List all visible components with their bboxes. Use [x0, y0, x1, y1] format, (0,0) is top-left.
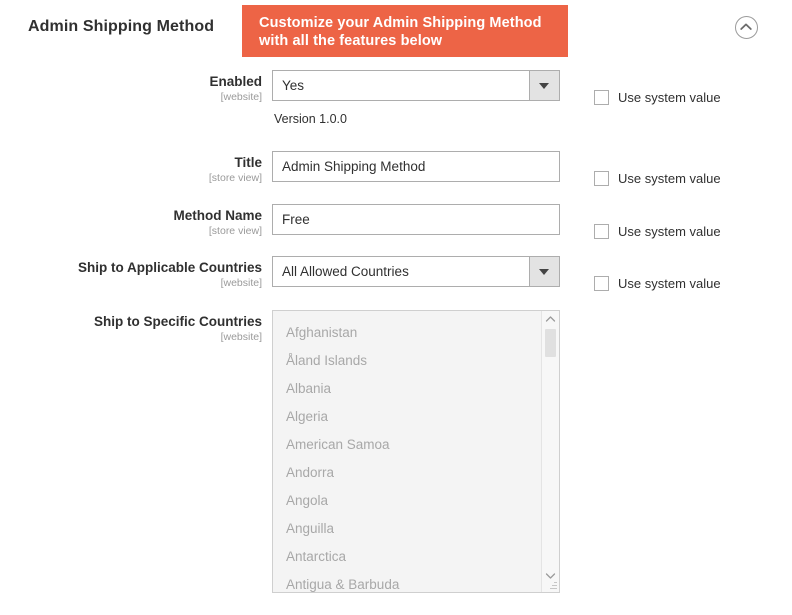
applicable-countries-select[interactable]: All Allowed Countries	[272, 256, 560, 287]
field-scope-text: [website]	[0, 330, 262, 345]
checkbox-icon[interactable]	[594, 276, 609, 291]
checkbox-icon[interactable]	[594, 90, 609, 105]
country-option-list[interactable]: AfghanistanÅland IslandsAlbaniaAlgeriaAm…	[273, 319, 541, 592]
chevron-down-icon[interactable]	[529, 71, 559, 100]
field-label-title: Title [store view]	[0, 155, 262, 186]
field-scope-text: [store view]	[0, 224, 262, 239]
country-option[interactable]: Angola	[273, 487, 541, 515]
enabled-select[interactable]: Yes	[272, 70, 560, 101]
section-header: Admin Shipping Method Customize your Adm…	[0, 0, 792, 62]
field-label-enabled: Enabled [website]	[0, 74, 262, 105]
field-label-applicable-countries: Ship to Applicable Countries [website]	[0, 260, 262, 291]
applicable-countries-select-value: All Allowed Countries	[282, 257, 525, 286]
field-scope-text: [website]	[0, 276, 262, 291]
use-system-value-method-name[interactable]: Use system value	[594, 224, 721, 239]
page-title: Admin Shipping Method	[28, 18, 214, 36]
scroll-up-arrow-icon[interactable]	[542, 312, 559, 327]
country-option[interactable]: Afghanistan	[273, 319, 541, 347]
use-system-value-label: Use system value	[618, 171, 721, 186]
scrollbar-thumb[interactable]	[545, 329, 556, 357]
enabled-select-value: Yes	[282, 71, 525, 100]
use-system-value-label: Use system value	[618, 90, 721, 105]
multiselect-scrollbar[interactable]	[541, 311, 559, 592]
country-option[interactable]: Åland Islands	[273, 347, 541, 375]
country-option[interactable]: Anguilla	[273, 515, 541, 543]
country-option[interactable]: Andorra	[273, 459, 541, 487]
checkbox-icon[interactable]	[594, 224, 609, 239]
use-system-value-applicable-countries[interactable]: Use system value	[594, 276, 721, 291]
field-scope-text: [store view]	[0, 171, 262, 186]
field-label-specific-countries: Ship to Specific Countries [website]	[0, 314, 262, 345]
resize-handle-icon[interactable]	[547, 580, 558, 591]
title-input[interactable]	[272, 151, 560, 182]
use-system-value-label: Use system value	[618, 224, 721, 239]
country-option[interactable]: Antarctica	[273, 543, 541, 571]
version-note: Version 1.0.0	[274, 112, 347, 126]
use-system-value-enabled[interactable]: Use system value	[594, 90, 721, 105]
field-label-text: Ship to Applicable Countries	[0, 260, 262, 275]
field-label-text: Ship to Specific Countries	[0, 314, 262, 329]
country-option[interactable]: Algeria	[273, 403, 541, 431]
field-label-method-name: Method Name [store view]	[0, 208, 262, 239]
country-option[interactable]: American Samoa	[273, 431, 541, 459]
country-option[interactable]: Albania	[273, 375, 541, 403]
promo-banner-text: Customize your Admin Shipping Method wit…	[259, 14, 554, 50]
field-label-text: Method Name	[0, 208, 262, 223]
collapse-section-button[interactable]	[735, 16, 758, 39]
promo-banner: Customize your Admin Shipping Method wit…	[242, 5, 568, 57]
method-name-input[interactable]	[272, 204, 560, 235]
country-option[interactable]: Antigua & Barbuda	[273, 571, 541, 593]
chevron-down-icon[interactable]	[529, 257, 559, 286]
field-label-text: Enabled	[0, 74, 262, 89]
use-system-value-title[interactable]: Use system value	[594, 171, 721, 186]
field-label-text: Title	[0, 155, 262, 170]
specific-countries-multiselect[interactable]: AfghanistanÅland IslandsAlbaniaAlgeriaAm…	[272, 310, 560, 593]
checkbox-icon[interactable]	[594, 171, 609, 186]
field-scope-text: [website]	[0, 90, 262, 105]
use-system-value-label: Use system value	[618, 276, 721, 291]
